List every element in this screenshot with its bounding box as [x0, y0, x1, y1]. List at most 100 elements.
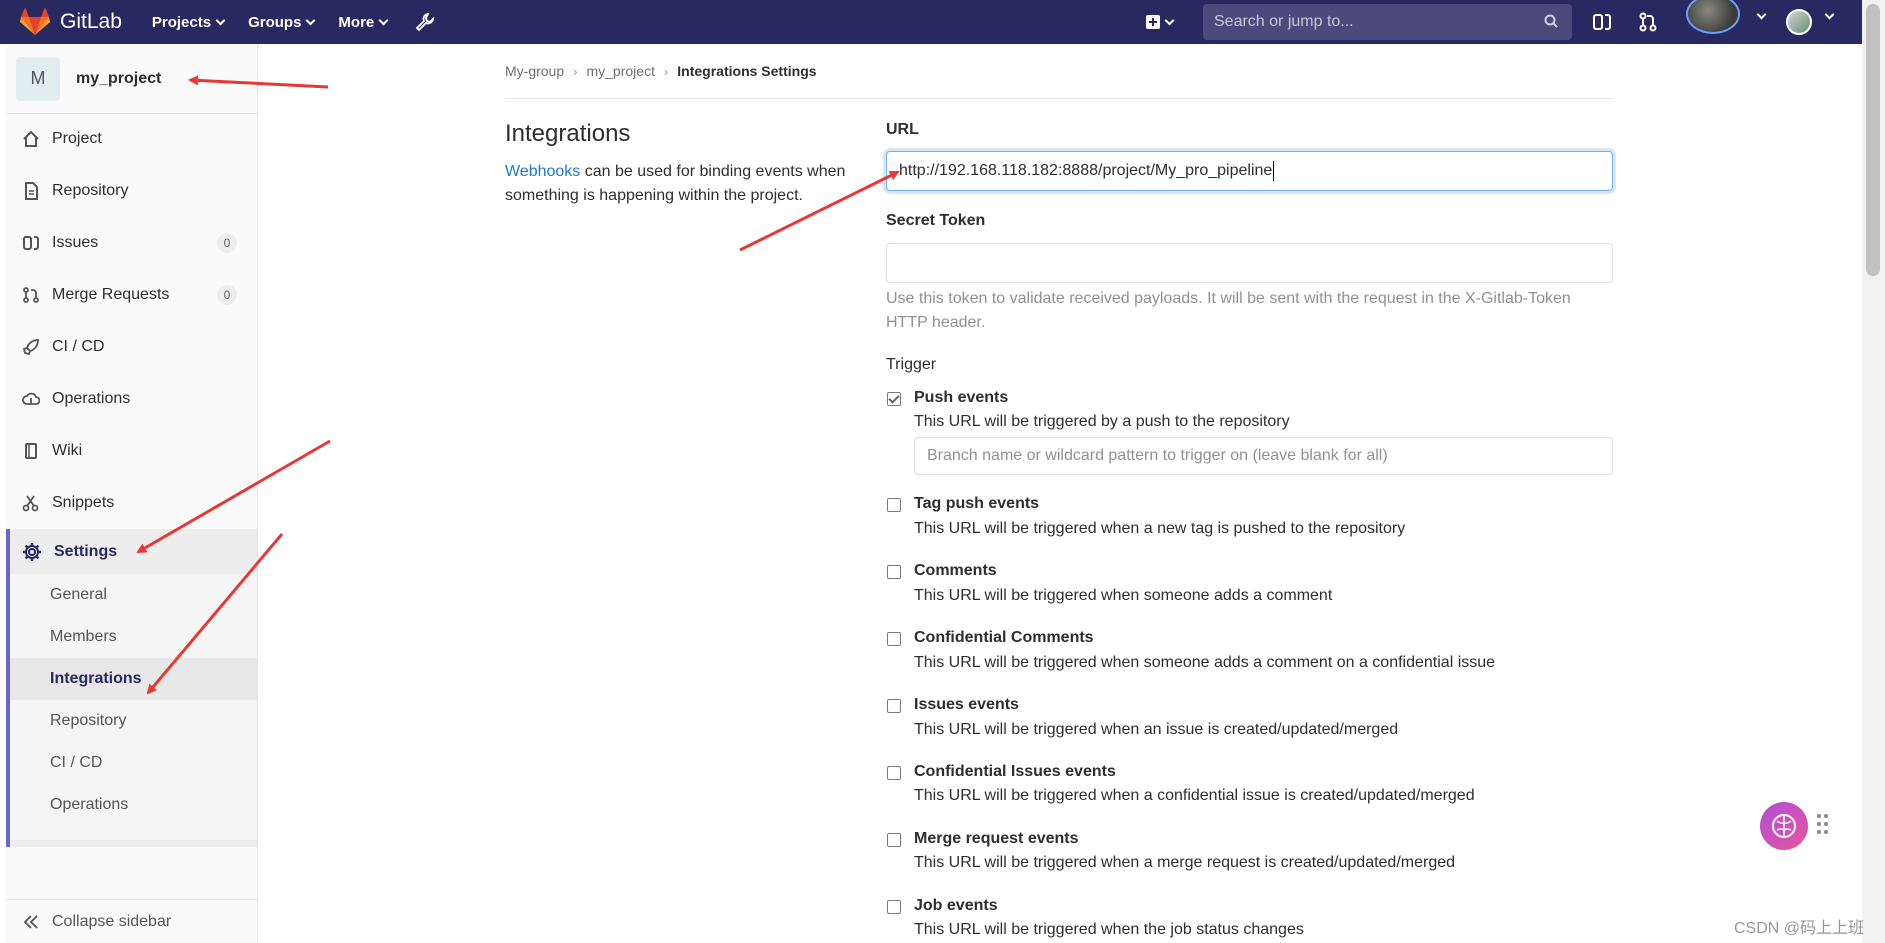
collapse-sidebar-button[interactable]: Collapse sidebar [6, 899, 257, 943]
nav-groups[interactable]: Groups [248, 14, 316, 31]
cloud-icon [22, 392, 40, 405]
doc-icon [25, 182, 38, 200]
sidebar-subitem-operations[interactable]: Operations [10, 784, 257, 826]
sidebar-subitem-ci-cd[interactable]: CI / CD [10, 742, 257, 784]
chevron-down-icon [305, 15, 316, 25]
secret-token-help: Use this token to validate received payl… [886, 290, 1571, 331]
todo-avatar[interactable] [1686, 0, 1740, 34]
chevron-down-icon [215, 15, 226, 25]
settings-label: Settings [54, 542, 118, 560]
breadcrumb-divider [505, 98, 1613, 99]
floating-assistant-button[interactable] [1760, 802, 1808, 850]
tag-push-events-checkbox[interactable] [887, 498, 901, 512]
page-title: Integrations [505, 120, 631, 147]
event-title: Confidential Comments [914, 629, 1094, 646]
nav-projects[interactable]: Projects [151, 13, 226, 31]
sidebar-item-settings[interactable]: Settings [10, 529, 257, 574]
url-label: URL [886, 121, 919, 138]
issues-icon[interactable] [1591, 11, 1613, 33]
top-navbar: GitLab Projects Groups More Search or ju… [0, 0, 1862, 44]
event-title: Comments [914, 562, 997, 579]
event-title: Push events [914, 389, 1009, 406]
sidebar-item-label: CI / CD [52, 338, 105, 355]
event-desc: This URL will be triggered when a merge … [914, 854, 1456, 871]
sidebar-item-label: Merge Requests [52, 286, 170, 303]
breadcrumb-project[interactable]: my_project [586, 63, 654, 79]
project-avatar: M [16, 56, 60, 101]
wrench-icon[interactable] [415, 12, 435, 32]
sidebar-item-label: Repository [52, 182, 129, 199]
home-icon [23, 130, 39, 147]
branch-filter-input[interactable]: Branch name or wildcard pattern to trigg… [914, 437, 1613, 475]
breadcrumb-current[interactable]: Integrations Settings [677, 63, 816, 79]
nav-projects-label: Projects [151, 13, 212, 31]
url-value: http://192.168.118.182:8888/project/My_p… [899, 162, 1273, 179]
sidebar-subitem-general[interactable]: General [10, 574, 257, 616]
nav-more[interactable]: More [338, 13, 389, 31]
secret-token-input[interactable] [886, 243, 1613, 283]
event-desc: This URL will be triggered when an issue… [914, 721, 1399, 738]
project-name: my_project [76, 69, 162, 87]
scrollbar-thumb[interactable] [1866, 4, 1880, 276]
sidebar-item-wiki[interactable]: Wiki [6, 431, 257, 471]
search-input[interactable]: Search or jump to... [1203, 4, 1572, 40]
issues-count-badge: 0 [217, 233, 237, 253]
url-input[interactable]: http://192.168.118.182:8888/project/My_p… [886, 151, 1613, 191]
plus-square-icon [1146, 15, 1160, 29]
breadcrumb-group[interactable]: My-group [505, 63, 564, 79]
sidebar-item-merge-requests[interactable]: Merge Requests 0 [6, 275, 257, 315]
job-events-checkbox[interactable] [887, 900, 901, 914]
sidebar-item-repository[interactable]: Repository [6, 171, 257, 211]
watermark: CSDN @码上上班 [1734, 920, 1865, 937]
webhooks-link[interactable]: Webhooks [505, 163, 580, 180]
sidebar-item-operations[interactable]: Operations [6, 379, 257, 419]
sidebar-item-issues[interactable]: Issues 0 [6, 223, 257, 263]
user-avatar[interactable] [1786, 9, 1812, 35]
scissors-icon [22, 495, 39, 512]
push-events-checkbox[interactable] [887, 392, 901, 406]
event-title: Tag push events [914, 495, 1040, 512]
event-desc: This URL will be triggered when a confid… [914, 787, 1475, 804]
merge-request-events-checkbox[interactable] [887, 833, 901, 847]
search-icon [1544, 14, 1558, 28]
event-title: Issues events [914, 696, 1019, 713]
confidential-issues-events-checkbox[interactable] [887, 766, 901, 780]
sidebar-item-project[interactable]: Project [6, 119, 257, 159]
merge-requests-count-badge: 0 [217, 285, 237, 305]
brain-icon [1772, 814, 1796, 838]
event-desc: This URL will be triggered when someone … [914, 587, 1333, 604]
chevron-down-icon [1756, 9, 1767, 20]
project-sidebar: M my_project Project Repository Issues 0… [6, 44, 258, 943]
confidential-comments-checkbox[interactable] [887, 632, 901, 646]
sidebar-item-label: Operations [52, 390, 131, 407]
gitlab-logo[interactable]: GitLab [20, 8, 122, 36]
drag-handle-icon[interactable] [1817, 814, 1829, 838]
sidebar-subitem-repository[interactable]: Repository [10, 700, 257, 742]
issues-events-checkbox[interactable] [887, 699, 901, 713]
comments-checkbox[interactable] [887, 565, 901, 579]
page-description: Webhooks can be used for binding events … [505, 160, 865, 208]
chevron-right-icon: › [573, 63, 578, 79]
gitlab-tanuki-icon [20, 8, 50, 35]
secret-token-label: Secret Token [886, 212, 986, 229]
event-desc: This URL will be triggered by a push to … [914, 413, 1290, 430]
sidebar-item-label: Project [52, 130, 102, 147]
chevron-down-icon [378, 15, 389, 25]
breadcrumb: My-group › my_project › Integrations Set… [505, 63, 817, 79]
event-desc: This URL will be triggered when a new ta… [914, 520, 1406, 537]
gear-icon [23, 542, 41, 561]
settings-submenu: General Members Integrations Repository … [10, 574, 257, 840]
trigger-label: Trigger [886, 356, 937, 373]
brand-name: GitLab [60, 10, 122, 33]
sidebar-item-snippets[interactable]: Snippets [6, 483, 257, 523]
sidebar-subitem-integrations[interactable]: Integrations [10, 658, 257, 700]
chevron-right-icon: › [663, 63, 669, 79]
merge-request-icon[interactable] [1637, 11, 1659, 33]
double-chevron-left-icon [23, 914, 38, 929]
sidebar-project-header[interactable]: M my_project [6, 44, 257, 114]
sidebar-item-label: Issues [52, 234, 99, 251]
nav-more-label: More [338, 13, 375, 31]
sidebar-subitem-members[interactable]: Members [10, 616, 257, 658]
new-item-dropdown[interactable] [1146, 15, 1175, 29]
sidebar-item-ci-cd[interactable]: CI / CD [6, 327, 257, 367]
